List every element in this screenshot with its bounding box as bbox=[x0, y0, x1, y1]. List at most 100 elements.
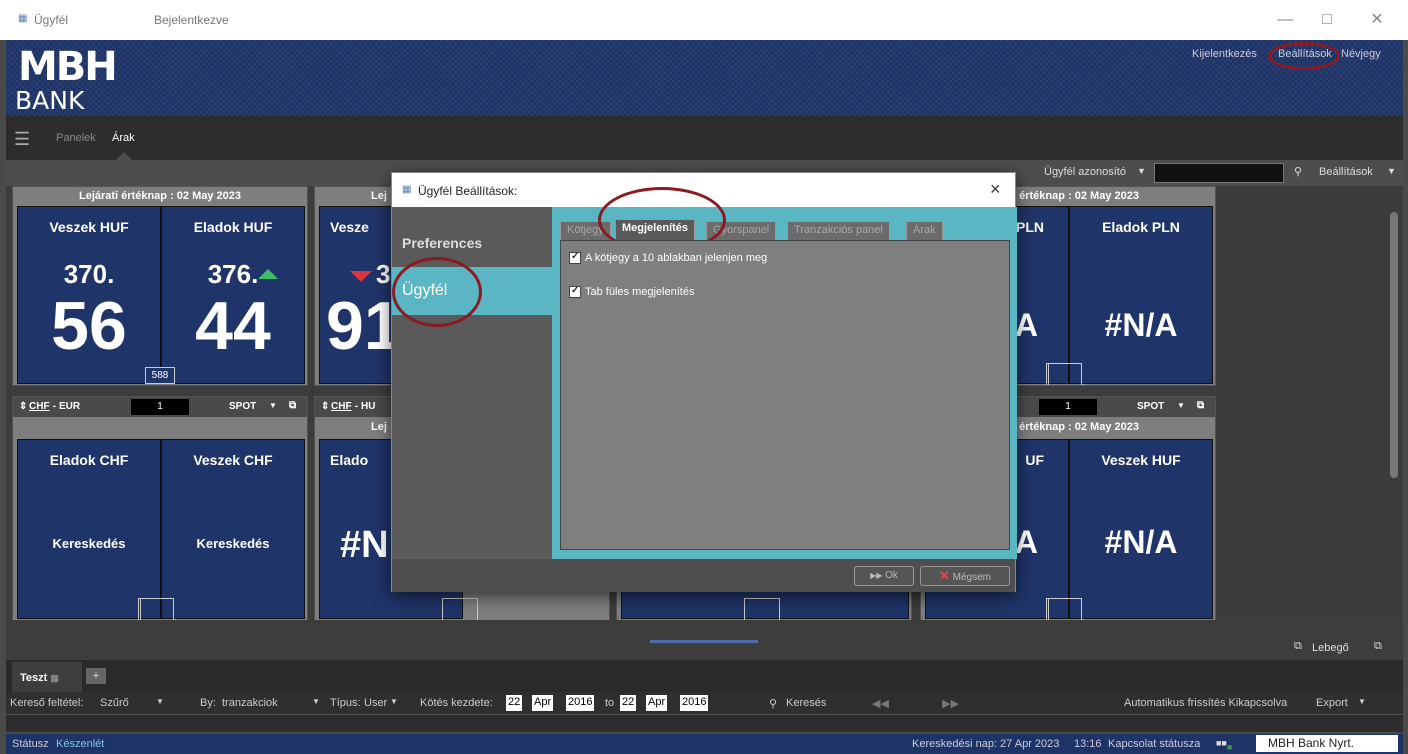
grid-scrollbar[interactable] bbox=[1390, 212, 1398, 478]
buy-tile[interactable]: Veszek HUF 370. 56 bbox=[17, 206, 161, 384]
panel-header: Lej bbox=[371, 421, 387, 433]
down-arrow-icon bbox=[350, 271, 372, 282]
price-panel: Lejárati értéknap : 02 May 2023 Veszek H… bbox=[12, 186, 308, 386]
to-day-input[interactable]: 22 bbox=[620, 695, 637, 711]
auto-refresh-toggle[interactable]: Automatikus frissítés Kikapcsolva bbox=[1124, 697, 1287, 709]
chevron-down-icon[interactable]: ▼ bbox=[1358, 697, 1366, 706]
close-icon: ✕ bbox=[938, 568, 950, 583]
popout-icon[interactable]: ⧉ bbox=[289, 400, 296, 411]
clock: 13:16 bbox=[1074, 738, 1102, 750]
add-tab-button[interactable]: + bbox=[86, 668, 106, 684]
panel-header: i értéknap : 02 May 2023 bbox=[1013, 421, 1139, 433]
nav-preferences[interactable]: Preferences bbox=[402, 235, 482, 251]
buy-tile[interactable]: Veszek CHF Kereskedés bbox=[138, 439, 305, 620]
tab-tranzakcios-panel[interactable]: Tranzakciós panel bbox=[787, 221, 890, 240]
chevron-down-icon[interactable]: ▼ bbox=[312, 697, 320, 706]
tile-label: Veszek CHF bbox=[193, 452, 273, 468]
currency-pair-base[interactable]: CHF bbox=[29, 401, 50, 412]
logo-bank: BANK bbox=[15, 86, 85, 115]
filter-bar: Kereső feltétel: Szűrő ▼ By: tranzakciok… bbox=[6, 692, 1403, 714]
currency-pair-sep: - bbox=[352, 401, 361, 412]
floating-button[interactable]: Lebegő bbox=[1312, 642, 1349, 654]
sell-tile[interactable]: Eladok PLN #N/A bbox=[1046, 206, 1213, 385]
menu-bar: ☰ Panelek Árak bbox=[6, 116, 1403, 160]
mini-box bbox=[1046, 598, 1082, 620]
search-button[interactable]: Keresés bbox=[786, 697, 826, 709]
app-icon: ▦ bbox=[18, 13, 28, 24]
currency-pair-quote[interactable]: HU bbox=[361, 401, 375, 412]
option-tab-view: Tab füles megjelenítés bbox=[585, 286, 695, 298]
price-big: 44 bbox=[195, 288, 271, 364]
swap-icon[interactable]: ⇕ bbox=[19, 401, 27, 412]
to-month-input[interactable]: Apr bbox=[646, 695, 668, 711]
customer-id-input[interactable] bbox=[1154, 163, 1284, 183]
chevron-down-icon[interactable]: ▼ bbox=[1137, 166, 1146, 176]
about-link[interactable]: Névjegy bbox=[1341, 48, 1381, 60]
checkbox-tab-view[interactable]: ✓ bbox=[569, 285, 581, 298]
spot-select[interactable]: SPOT bbox=[229, 401, 256, 412]
ok-button[interactable]: ▶▶ Ok bbox=[854, 566, 914, 586]
tab-content: ✓ A kötjegy a 10 ablakban jelenjen meg ✓… bbox=[560, 240, 1010, 550]
splitter-handle[interactable] bbox=[650, 640, 758, 643]
from-day-input[interactable]: 22 bbox=[506, 695, 523, 711]
tile-label: Eladok PLN bbox=[1102, 219, 1180, 235]
filter-select[interactable]: Szűrő bbox=[100, 697, 129, 709]
filter-label: Kereső feltétel: bbox=[10, 697, 84, 709]
logout-link[interactable]: Kijelentkezés bbox=[1192, 48, 1257, 60]
app-icon: ▦ bbox=[402, 184, 412, 195]
menu-arak[interactable]: Árak bbox=[112, 132, 135, 144]
spot-select[interactable]: SPOT bbox=[1137, 401, 1164, 412]
chevron-down-icon[interactable]: ▼ bbox=[156, 697, 164, 706]
chevron-down-icon[interactable]: ▼ bbox=[390, 697, 398, 706]
popout-icon[interactable]: ⧉ bbox=[1374, 640, 1382, 653]
currency-pair-sep: - bbox=[50, 401, 59, 412]
currency-pair-quote[interactable]: EUR bbox=[59, 401, 80, 412]
tile-value: #N/A bbox=[1104, 307, 1178, 343]
grid-settings-button[interactable]: Beállítások bbox=[1319, 166, 1373, 178]
by-select[interactable]: tranzakciok bbox=[222, 697, 278, 709]
currency-pair-base[interactable]: CHF bbox=[331, 401, 352, 412]
swap-icon[interactable]: ⇕ bbox=[321, 401, 329, 412]
search-icon[interactable]: ⚲ bbox=[769, 697, 777, 710]
first-page-icon[interactable]: ◀◀ bbox=[872, 697, 889, 710]
popout-icon[interactable]: ⧉ bbox=[1294, 640, 1302, 653]
mini-box bbox=[1046, 363, 1082, 385]
horizontal-scrollbar[interactable] bbox=[6, 714, 1403, 732]
dialog-close-button[interactable]: × bbox=[990, 179, 1001, 200]
cancel-button[interactable]: ✕ Mégsem bbox=[920, 566, 1010, 586]
minimize-button[interactable]: — bbox=[1270, 9, 1300, 31]
tile-label: Eladok CHF bbox=[49, 452, 129, 468]
chevron-down-icon[interactable]: ▼ bbox=[269, 401, 277, 410]
tab-arak[interactable]: Árak bbox=[906, 221, 943, 240]
from-month-input[interactable]: Apr bbox=[532, 695, 554, 711]
amount-input[interactable]: 1 bbox=[131, 399, 189, 415]
price-small: 376. bbox=[207, 259, 259, 289]
chevron-down-icon[interactable]: ▼ bbox=[1387, 166, 1396, 176]
next-page-icon[interactable]: ▶▶ bbox=[942, 697, 959, 710]
search-icon[interactable]: ⚲ bbox=[1294, 165, 1302, 178]
connection-status-label: Kapcsolat státusza bbox=[1108, 738, 1201, 750]
tab-teszt[interactable]: Teszt ▦ bbox=[12, 662, 82, 692]
status-bar: Státusz Készenlét Kereskedési nap: 27 Ap… bbox=[6, 734, 1403, 754]
amount-input[interactable]: 1 bbox=[1039, 399, 1097, 415]
sell-tile[interactable]: Eladok HUF 376. 44 bbox=[161, 206, 305, 384]
close-window-button[interactable]: ✕ bbox=[1362, 9, 1392, 31]
buy-tile[interactable]: Veszek HUF #N/A bbox=[1046, 439, 1213, 620]
window-title: Ügyfél bbox=[34, 13, 69, 27]
from-year-input[interactable]: 2016 bbox=[566, 695, 595, 711]
company-name: MBH Bank Nyrt. bbox=[1256, 735, 1398, 752]
price-big: 56 bbox=[51, 288, 127, 364]
type-select[interactable]: User bbox=[364, 697, 387, 709]
tile-value: #N/A bbox=[1104, 524, 1178, 560]
export-button[interactable]: Export bbox=[1316, 697, 1348, 709]
hamburger-icon[interactable]: ☰ bbox=[14, 129, 30, 150]
checkbox-10-windows[interactable]: ✓ bbox=[569, 251, 581, 264]
popout-icon[interactable]: ⧉ bbox=[1197, 400, 1204, 411]
sell-tile[interactable]: Eladok CHF Kereskedés bbox=[17, 439, 176, 620]
maximize-button[interactable]: □ bbox=[1312, 9, 1342, 31]
to-year-input[interactable]: 2016 bbox=[680, 695, 709, 711]
menu-panelek[interactable]: Panelek bbox=[56, 132, 96, 144]
dialog-body: Preferences Ügyfél Kötjegy Megjelenítés … bbox=[392, 187, 1017, 559]
chevron-down-icon[interactable]: ▼ bbox=[1177, 401, 1185, 410]
panel-header: Lejárati értéknap : 02 May 2023 bbox=[78, 190, 242, 202]
